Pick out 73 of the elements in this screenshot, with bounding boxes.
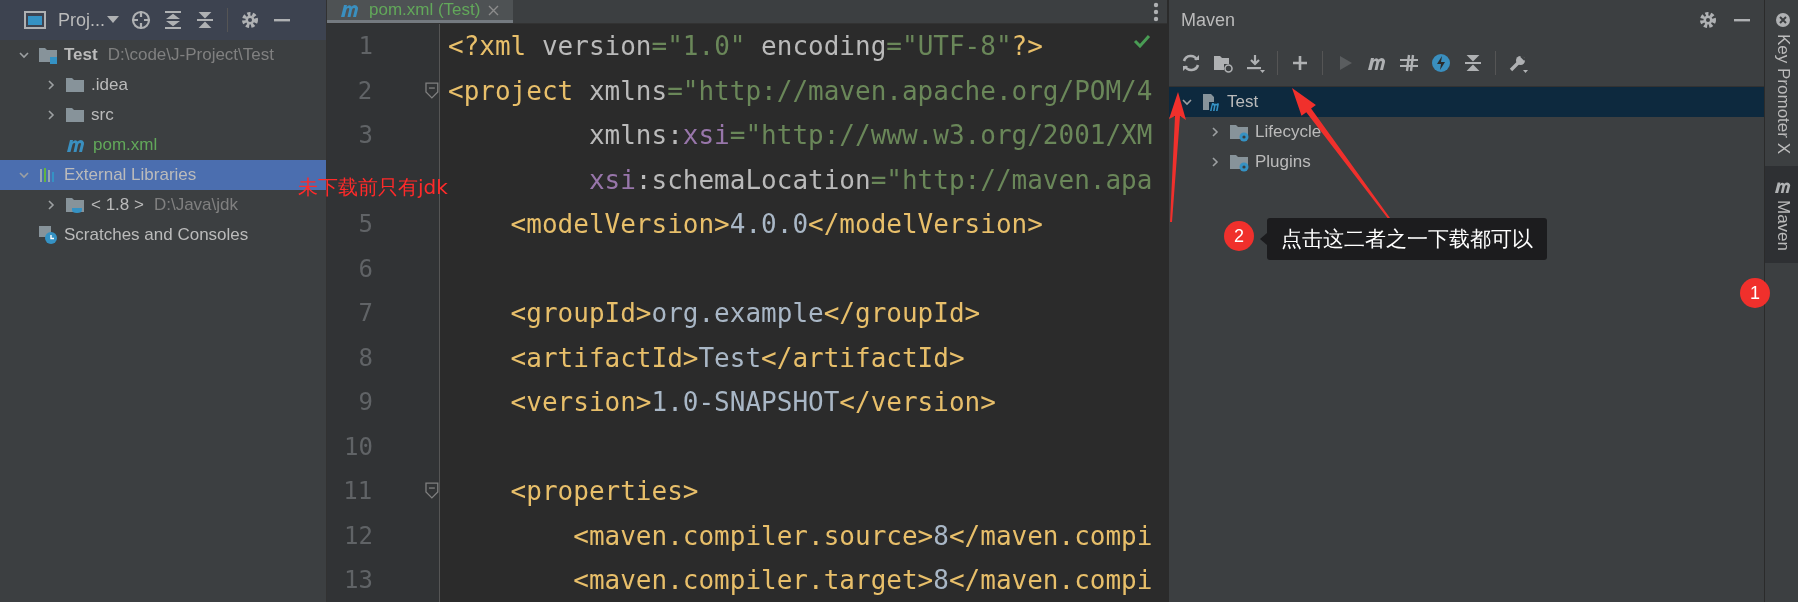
tree-label: Plugins — [1255, 152, 1311, 172]
caret-icon[interactable] — [107, 16, 119, 24]
collapse-icon[interactable] — [1463, 53, 1483, 73]
tree-row[interactable]: Plugins — [1169, 147, 1764, 177]
expand-all-icon[interactable] — [163, 10, 183, 30]
tree-row[interactable]: Test — [1169, 87, 1764, 117]
side-tab[interactable]: Maven — [1765, 166, 1798, 264]
chevron-right-icon[interactable] — [45, 199, 57, 211]
view-dropdown[interactable]: Proj... — [58, 9, 119, 31]
tree-path: D:\Java\jdk — [153, 195, 239, 215]
tree-label: Lifecycle — [1255, 122, 1322, 142]
download-icon[interactable] — [1245, 53, 1265, 73]
tree-row[interactable]: .idea — [0, 70, 326, 100]
chevron-right-icon[interactable] — [45, 109, 57, 121]
panel-title: Maven — [1181, 9, 1236, 31]
tree-row[interactable]: src — [0, 100, 326, 130]
skip-tests-icon[interactable] — [1399, 53, 1419, 73]
crosshair-icon[interactable] — [131, 10, 151, 30]
close-icon[interactable] — [488, 4, 500, 16]
reload-icon[interactable] — [1181, 53, 1201, 73]
plus-icon[interactable] — [1290, 53, 1310, 73]
tree-label: External Libraries — [64, 165, 197, 185]
folder-icon — [65, 75, 85, 95]
tree-row[interactable]: pom.xml — [0, 130, 326, 160]
code-line: <groupId>org.example</groupId> — [509, 298, 981, 329]
jdk-folder-icon — [65, 195, 85, 215]
close-circle-icon — [1774, 12, 1791, 28]
code-line: xsi:schemaLocation="http://maven.apa — [587, 164, 1153, 195]
tree-label: Test — [1227, 92, 1259, 112]
collapse-all-icon[interactable] — [195, 10, 215, 30]
scratches-icon — [38, 225, 58, 245]
tree-label: Scratches and Consoles — [64, 225, 249, 245]
code-line: <version>1.0-SNAPSHOT</version> — [509, 387, 996, 418]
code-line: <project xmlns="http://maven.apache.org/POM/4 — [448, 75, 1153, 106]
chevron-down-icon[interactable] — [1181, 96, 1193, 108]
folder-reload-icon[interactable] — [1213, 53, 1233, 73]
tree-label: src — [91, 105, 114, 125]
chevron-right-icon[interactable] — [1209, 156, 1221, 168]
more-icon[interactable] — [1153, 1, 1159, 22]
side-tab[interactable]: Key Promoter X — [1765, 0, 1798, 166]
fold-marker-icon[interactable] — [425, 482, 439, 501]
gear-folder-icon — [1229, 122, 1249, 142]
tree-label: .idea — [91, 75, 128, 95]
settings-icon[interactable] — [1698, 10, 1718, 30]
code-line: <maven.compiler.source>8</maven.compi — [572, 520, 1153, 551]
check-icon — [1133, 34, 1151, 48]
code-line: <modelVersion>4.0.0</modelVersion> — [509, 209, 1043, 240]
tree-row[interactable]: Scratches and Consoles — [0, 220, 326, 250]
chevron-right-icon[interactable] — [1209, 126, 1221, 138]
code-line: <maven.compiler.target>8</maven.compi — [572, 565, 1153, 596]
gear-folder-icon — [1229, 152, 1249, 172]
tree-row[interactable]: Lifecycle — [1169, 117, 1764, 147]
code-line: <artifactId>Test</artifactId> — [509, 342, 965, 373]
tooltip: 点击这二者之一下载都可以 — [1267, 218, 1547, 260]
maven-project-icon — [1201, 92, 1221, 112]
tree-label: pom.xml — [93, 135, 158, 155]
tree-row[interactable]: Test D:\code\J-Project\Test — [0, 40, 326, 70]
tree-label: < 1.8 > — [91, 195, 144, 215]
lightning-icon[interactable] — [1431, 53, 1451, 73]
module-folder-icon — [38, 45, 58, 65]
settings-icon[interactable] — [240, 10, 260, 30]
folder-icon — [65, 105, 85, 125]
window-icon[interactable] — [24, 10, 46, 30]
fold-marker-icon[interactable] — [425, 81, 439, 100]
code-line: xmlns:xsi="http://www.w3.org/2001/XM — [587, 120, 1153, 151]
chevron-right-icon[interactable] — [45, 79, 57, 91]
tree-label: Test — [64, 45, 98, 65]
tooltip-pointer — [1260, 233, 1267, 245]
code-line: <?xml version="1.0" encoding="UTF-8"?> — [448, 31, 1043, 62]
wrench-icon[interactable] — [1508, 53, 1528, 73]
code-line: <properties> — [509, 476, 699, 507]
chevron-down-icon[interactable] — [18, 49, 30, 61]
tree-path: D:\code\J-Project\Test — [107, 45, 274, 65]
